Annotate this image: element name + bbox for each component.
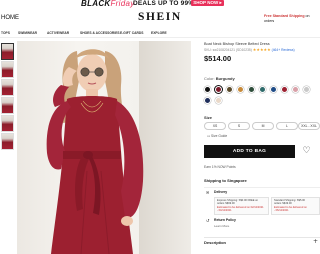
promo-banner[interactable]: BLACKFriday DEALS UP TO 99% OFF SHOP NOW… bbox=[0, 0, 320, 8]
standard-shipping-card[interactable]: Standard Shipping: S$5.00 orders S$49.00… bbox=[271, 197, 320, 215]
learn-more-link[interactable]: Learn More bbox=[214, 224, 229, 228]
add-to-bag-button[interactable]: ADD TO BAG bbox=[204, 145, 295, 158]
free-shipping-note: Free Standard Shipping on orders bbox=[264, 14, 310, 23]
product-thumbnail[interactable] bbox=[1, 115, 14, 132]
nav-item-tops[interactable]: TOPS bbox=[1, 31, 10, 35]
shipping-to-label[interactable]: Shipping to Singapore bbox=[204, 178, 247, 183]
promo-black-friday: BLACKFriday bbox=[81, 0, 135, 8]
return-policy-label: Return Policy bbox=[214, 218, 236, 222]
nav-item-explore[interactable]: EXPLORE bbox=[151, 31, 167, 35]
color-label: Color: Burgundy bbox=[204, 76, 235, 81]
heart-icon[interactable]: ♡ bbox=[302, 147, 311, 156]
size-option-xs[interactable]: XS bbox=[204, 122, 226, 130]
size-guide-link[interactable]: ▭ Size Guide bbox=[207, 134, 227, 138]
color-swatch[interactable] bbox=[270, 86, 277, 93]
express-shipping-card[interactable]: Express Shipping: S$0.00 FREE on orders … bbox=[214, 197, 269, 215]
delivery-section: ✉ Delivery Express Shipping: S$0.00 FREE… bbox=[204, 187, 320, 215]
delivery-label: Delivery bbox=[214, 190, 228, 194]
product-thumbnail[interactable] bbox=[1, 133, 14, 150]
ruler-icon: ▭ bbox=[207, 134, 211, 138]
nav-item-activewear[interactable]: ACTIVEWEAR bbox=[47, 31, 69, 35]
reviews-link[interactable]: (464+ Reviews) bbox=[272, 48, 295, 52]
color-swatch[interactable] bbox=[303, 86, 310, 93]
star-rating: ★★★★★ bbox=[252, 47, 271, 52]
return-icon: ↺ bbox=[206, 218, 210, 223]
size-option-xxl[interactable]: XXL - XXL bbox=[298, 122, 320, 130]
sku-text: SKU: sw2108204121 (SD10235) bbox=[204, 48, 252, 52]
description-accordion[interactable]: Description + bbox=[204, 237, 320, 247]
color-swatch[interactable] bbox=[281, 86, 288, 93]
description-label: Description bbox=[204, 240, 227, 245]
color-swatch[interactable] bbox=[237, 86, 244, 93]
product-thumbnail[interactable] bbox=[1, 79, 14, 96]
product-price: $514.00 bbox=[204, 54, 232, 63]
size-label: Size bbox=[204, 115, 213, 120]
product-thumbnail[interactable] bbox=[1, 61, 14, 78]
product-sku-rating: SKU: sw2108204121 (SD10235) ★★★★★ (464+ … bbox=[204, 47, 295, 53]
nav-item-egift-cards[interactable]: E-GIFT CARDS bbox=[120, 31, 143, 35]
color-swatch[interactable] bbox=[292, 86, 299, 93]
size-option-l[interactable]: L bbox=[276, 122, 298, 130]
color-swatch[interactable] bbox=[204, 97, 211, 104]
color-swatch[interactable] bbox=[204, 86, 211, 93]
category-nav: TOPS SWIMWEAR ACTIVEWEAR SHOES & ACCESSO… bbox=[0, 29, 320, 38]
product-thumbnail[interactable] bbox=[1, 97, 14, 114]
shop-now-button[interactable]: SHOP NOW ▸ bbox=[191, 0, 224, 6]
truck-icon: ✉ bbox=[206, 190, 210, 195]
home-link[interactable]: HOME bbox=[1, 14, 19, 22]
size-option-m[interactable]: M bbox=[252, 122, 274, 130]
size-option-s[interactable]: S bbox=[228, 122, 250, 130]
earn-points-text: Earn 1% NOW Points bbox=[204, 165, 236, 169]
color-swatch[interactable] bbox=[248, 86, 255, 93]
thumbnail-list bbox=[1, 43, 15, 151]
nav-item-swimwear[interactable]: SWIMWEAR bbox=[18, 31, 37, 35]
site-header: HOME SHEIN Free Standard Shipping on ord… bbox=[0, 8, 320, 28]
color-swatch[interactable] bbox=[226, 86, 233, 93]
color-swatch[interactable] bbox=[259, 86, 266, 93]
product-thumbnail[interactable] bbox=[1, 43, 14, 60]
plus-icon[interactable]: + bbox=[313, 238, 318, 246]
shein-logo[interactable]: SHEIN bbox=[138, 11, 182, 24]
model-illustration bbox=[46, 49, 144, 254]
selected-color: Burgundy bbox=[215, 76, 235, 81]
color-swatch[interactable] bbox=[215, 97, 222, 104]
main-product-image[interactable] bbox=[17, 41, 191, 254]
nav-item-shoes-accessories[interactable]: SHOES & ACCESSORIES bbox=[80, 31, 120, 35]
size-options: XS S M L XXL - XXL bbox=[204, 122, 320, 131]
color-swatch[interactable] bbox=[215, 86, 222, 93]
